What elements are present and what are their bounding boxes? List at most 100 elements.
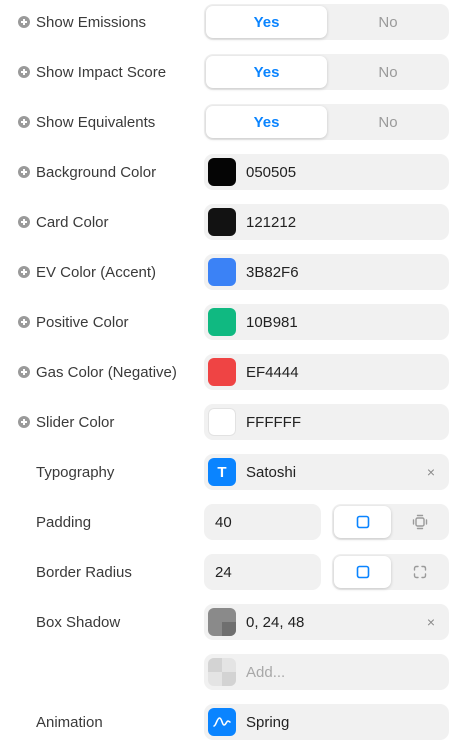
card-color-label-group[interactable]: Card Color [18, 204, 109, 240]
padding-mode-toggle[interactable] [332, 504, 449, 540]
radius-individual-option[interactable] [391, 556, 448, 588]
padding-value[interactable]: 40 [215, 514, 232, 531]
gas-color-row: Gas Color (Negative) EF4444 [0, 354, 464, 390]
add-shadow-placeholder[interactable]: Add... [246, 664, 285, 681]
close-icon[interactable]: × [422, 613, 440, 631]
box-shadow-field[interactable]: 0, 24, 48 × [204, 604, 449, 640]
box-shadow-value[interactable]: 0, 24, 48 [246, 614, 304, 631]
typography-label: Typography [36, 463, 115, 481]
typography-row: Typography T Satoshi × [0, 454, 464, 490]
show-equivalents-no-option[interactable]: No [327, 104, 449, 140]
show-emissions-yes-option[interactable]: Yes [206, 6, 327, 38]
slider-color-value[interactable]: FFFFFF [246, 414, 301, 431]
add-shadow-field[interactable]: Add... [204, 654, 449, 690]
text-type-icon: T [208, 458, 236, 486]
ev-color-value[interactable]: 3B82F6 [246, 264, 299, 281]
color-swatch[interactable] [208, 308, 236, 336]
gas-color-value[interactable]: EF4444 [246, 364, 299, 381]
background-color-label: Background Color [36, 163, 157, 181]
show-impact-score-no-option[interactable]: No [327, 54, 449, 90]
box-shadow-row: Box Shadow 0, 24, 48 × [0, 604, 464, 640]
show-equivalents-yes-option[interactable]: Yes [206, 106, 327, 138]
animation-field[interactable]: Spring [204, 704, 449, 740]
box-shadow-label: Box Shadow [36, 613, 121, 631]
plus-circle-icon[interactable] [18, 116, 30, 128]
typography-label-group: Typography [18, 454, 114, 490]
show-impact-score-row: Show Impact Score Yes No [0, 54, 464, 90]
show-impact-score-yes-option[interactable]: Yes [206, 56, 327, 88]
positive-color-label: Positive Color [36, 313, 129, 331]
padding-label-group: Padding [18, 504, 91, 540]
animation-value[interactable]: Spring [246, 714, 289, 731]
plus-circle-icon[interactable] [18, 166, 30, 178]
typography-value[interactable]: Satoshi [246, 464, 296, 481]
show-emissions-label-group[interactable]: Show Emissions [18, 4, 146, 40]
checker-placeholder-icon [208, 658, 236, 686]
add-shadow-row: Add... [0, 654, 464, 690]
color-swatch[interactable] [208, 158, 236, 186]
ev-color-label: EV Color (Accent) [36, 263, 157, 281]
show-emissions-no-option[interactable]: No [327, 4, 449, 40]
padding-individual-option[interactable] [391, 506, 448, 538]
show-equivalents-label: Show Equivalents [36, 113, 156, 131]
plus-circle-icon[interactable] [18, 366, 30, 378]
ev-color-field[interactable]: 3B82F6 [204, 254, 449, 290]
show-impact-score-label-group[interactable]: Show Impact Score [18, 54, 166, 90]
plus-circle-icon[interactable] [18, 66, 30, 78]
positive-color-field[interactable]: 10B981 [204, 304, 449, 340]
gas-color-field[interactable]: EF4444 [204, 354, 449, 390]
slider-color-field[interactable]: FFFFFF [204, 404, 449, 440]
plus-circle-icon[interactable] [18, 416, 30, 428]
square-uniform-icon [356, 515, 369, 529]
animation-row: Animation Spring [0, 704, 464, 740]
radius-corners-icon [413, 565, 426, 579]
ev-color-label-group[interactable]: EV Color (Accent) [18, 254, 156, 290]
border-radius-label: Border Radius [36, 563, 132, 581]
plus-circle-icon[interactable] [18, 216, 30, 228]
slider-color-label-group[interactable]: Slider Color [18, 404, 114, 440]
plus-circle-icon[interactable] [18, 16, 30, 28]
positive-color-row: Positive Color 10B981 [0, 304, 464, 340]
close-icon[interactable]: × [422, 463, 440, 481]
background-color-field[interactable]: 050505 [204, 154, 449, 190]
show-equivalents-row: Show Equivalents Yes No [0, 104, 464, 140]
animation-label: Animation [36, 713, 103, 731]
color-swatch[interactable] [208, 408, 236, 436]
positive-color-value[interactable]: 10B981 [246, 314, 298, 331]
card-color-row: Card Color 121212 [0, 204, 464, 240]
show-equivalents-label-group[interactable]: Show Equivalents [18, 104, 155, 140]
padding-uniform-option[interactable] [334, 506, 391, 538]
show-emissions-row: Show Emissions Yes No [0, 4, 464, 40]
card-color-label: Card Color [36, 213, 109, 231]
show-equivalents-toggle[interactable]: Yes No [204, 104, 449, 140]
radius-uniform-option[interactable] [334, 556, 391, 588]
slider-color-row: Slider Color FFFFFF [0, 404, 464, 440]
card-color-value[interactable]: 121212 [246, 214, 296, 231]
background-color-value[interactable]: 050505 [246, 164, 296, 181]
plus-circle-icon[interactable] [18, 266, 30, 278]
show-impact-score-toggle[interactable]: Yes No [204, 54, 449, 90]
typography-field[interactable]: T Satoshi × [204, 454, 449, 490]
padding-sides-icon [412, 514, 427, 530]
color-swatch[interactable] [208, 258, 236, 286]
show-emissions-toggle[interactable]: Yes No [204, 4, 449, 40]
color-swatch[interactable] [208, 208, 236, 236]
ev-color-row: EV Color (Accent) 3B82F6 [0, 254, 464, 290]
box-shadow-label-group: Box Shadow [18, 604, 120, 640]
slider-color-label: Slider Color [36, 413, 115, 431]
card-color-field[interactable]: 121212 [204, 204, 449, 240]
border-radius-mode-toggle[interactable] [332, 554, 449, 590]
plus-circle-icon[interactable] [18, 316, 30, 328]
animation-label-group: Animation [18, 704, 103, 740]
color-swatch[interactable] [208, 358, 236, 386]
spring-curve-icon [208, 708, 236, 736]
border-radius-input[interactable]: 24 [204, 554, 321, 590]
background-color-label-group[interactable]: Background Color [18, 154, 156, 190]
border-radius-value[interactable]: 24 [215, 564, 232, 581]
show-impact-score-label: Show Impact Score [36, 63, 167, 81]
padding-input[interactable]: 40 [204, 504, 321, 540]
border-radius-row: Border Radius 24 [0, 554, 464, 590]
positive-color-label-group[interactable]: Positive Color [18, 304, 129, 340]
background-color-row: Background Color 050505 [0, 154, 464, 190]
gas-color-label-group[interactable]: Gas Color (Negative) [18, 354, 177, 390]
